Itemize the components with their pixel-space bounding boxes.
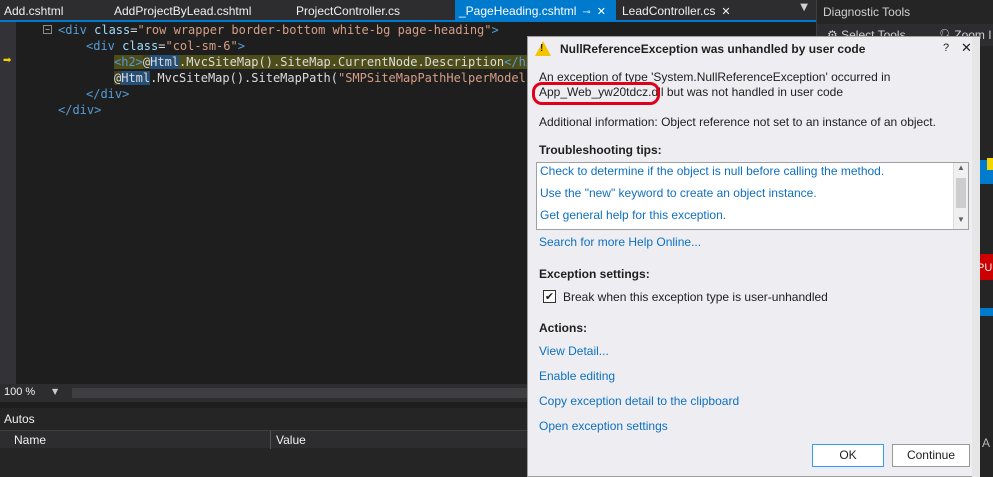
tip-link[interactable]: Use the "new" keyword to create an objec…	[540, 186, 817, 200]
break-checkbox-label[interactable]: Break when this exception type is user-u…	[563, 290, 828, 304]
indicator-margin	[0, 22, 16, 384]
warning-mark: !	[540, 43, 544, 54]
tab-addprojectbylead[interactable]: AddProjectByLead.cshtml	[110, 0, 251, 20]
highlight-annotation	[532, 82, 660, 105]
scroll-down-icon[interactable]: ▼	[957, 215, 965, 224]
additional-info: Additional information: Object reference…	[539, 115, 936, 129]
tip-link[interactable]: Check to determine if the object is null…	[540, 164, 884, 178]
tab-projectcontroller[interactable]: ProjectController.cs	[292, 0, 400, 20]
code-line: </div>	[58, 103, 102, 117]
tab-label: AddProjectByLead.cshtml	[114, 4, 252, 18]
tab-overflow-dropdown-icon[interactable]: ▼	[800, 2, 808, 13]
troubleshooting-header: Troubleshooting tips:	[539, 143, 662, 157]
pin-icon[interactable]: ⊸	[582, 7, 590, 18]
code-line: <div class="col-sm-6">	[86, 39, 245, 53]
break-marker	[987, 158, 993, 170]
troubleshooting-tips-list: Check to determine if the object is null…	[536, 162, 969, 230]
current-statement-arrow-icon: ➡	[3, 55, 12, 66]
scroll-up-icon[interactable]: ▲	[957, 163, 965, 172]
close-icon[interactable]: ✕	[961, 40, 972, 56]
code-line: − <div class="row wrapper border-bottom w…	[43, 22, 540, 38]
diagnostic-tools-title: Diagnostic Tools	[823, 5, 911, 19]
diagnostic-label: A	[982, 436, 991, 450]
close-icon[interactable]: ✕	[597, 6, 606, 18]
code-line: <h2>@Html.MvcSiteMap().SiteMap.CurrentNo…	[114, 55, 541, 69]
tab-pageheading[interactable]: _PageHeading.cshtml ⊸ ✕	[455, 0, 616, 22]
tips-scrollbar[interactable]: ▲ ▼	[953, 163, 968, 229]
zoom-level[interactable]: 100 %	[4, 386, 35, 398]
visual-studio-window: Add.cshtml AddProjectByLead.cshtml Proje…	[0, 0, 993, 477]
tip-link[interactable]: Get general help for this exception.	[540, 208, 726, 222]
action-view-detail[interactable]: View Detail...	[539, 344, 609, 358]
code-line: @Html.MvcSiteMap().SiteMapPath("SMPSiteM…	[114, 71, 540, 85]
search-online-link[interactable]: Search for more Help Online...	[539, 235, 701, 249]
column-divider[interactable]	[270, 431, 271, 449]
code-lines: − <div class="row wrapper border-bottom w…	[43, 22, 541, 118]
action-enable-editing[interactable]: Enable editing	[539, 369, 615, 383]
chevron-down-icon[interactable]: ▼	[52, 387, 58, 396]
collapse-icon[interactable]: −	[43, 25, 52, 34]
tab-label: _PageHeading.cshtml	[459, 4, 577, 18]
tab-leadcontroller[interactable]: LeadController.cs ✕	[618, 0, 731, 20]
exception-settings-header: Exception settings:	[539, 267, 650, 281]
tab-label: ProjectController.cs	[296, 4, 401, 18]
actions-header: Actions:	[539, 321, 587, 335]
close-icon[interactable]: ✕	[721, 6, 730, 18]
tab-add-cshtml[interactable]: Add.cshtml	[0, 0, 63, 20]
continue-button[interactable]: Continue	[892, 444, 970, 467]
column-header-name[interactable]: Name	[14, 433, 46, 447]
action-open-settings[interactable]: Open exception settings	[539, 419, 668, 433]
popup-scrollbar[interactable]	[972, 37, 980, 477]
break-checkbox[interactable]: ✔	[543, 290, 556, 303]
help-icon[interactable]: ?	[943, 42, 949, 54]
column-header-value[interactable]: Value	[276, 433, 306, 447]
code-line: </div>	[86, 87, 130, 101]
action-copy-detail[interactable]: Copy exception detail to the clipboard	[539, 394, 739, 408]
tab-label: LeadController.cs	[622, 4, 716, 18]
autos-title: Autos	[4, 412, 35, 426]
document-tab-bar: Add.cshtml AddProjectByLead.cshtml Proje…	[0, 0, 816, 22]
scroll-thumb[interactable]	[956, 178, 966, 208]
exception-helper-popup: ! NullReferenceException was unhandled b…	[527, 36, 980, 477]
exception-title: NullReferenceException was unhandled by …	[560, 42, 866, 56]
ok-button[interactable]: OK	[812, 444, 884, 467]
tab-label: Add.cshtml	[4, 4, 64, 18]
